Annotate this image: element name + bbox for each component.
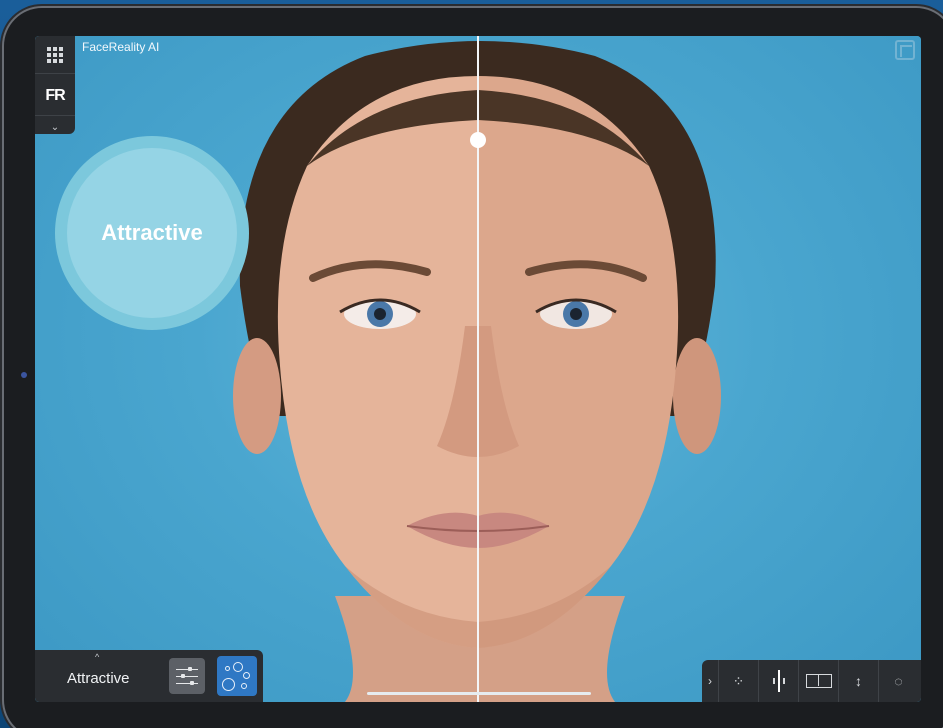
hide-eye-icon[interactable]: ◌ (878, 660, 918, 702)
divider-handle[interactable] (470, 132, 486, 148)
mode-selector[interactable]: Attractive (67, 670, 130, 687)
chevron-up-icon[interactable]: ^ (95, 652, 99, 662)
camera-dot (21, 372, 27, 378)
arrows-icon[interactable]: ↕ (838, 660, 878, 702)
attractive-bubble[interactable]: Attractive (67, 148, 237, 318)
split-view-button[interactable] (798, 660, 838, 702)
home-indicator[interactable] (367, 692, 591, 695)
view-toolbar: › ⁘ ↕ ◌ (702, 660, 921, 702)
menu-button[interactable] (35, 36, 75, 74)
sparkle-icon[interactable]: ⁘ (718, 660, 758, 702)
bubble-label: Attractive (101, 220, 203, 245)
expand-icon[interactable] (895, 40, 915, 60)
app-title: FaceReality AI (82, 40, 160, 54)
divider-toggle-button[interactable] (758, 660, 798, 702)
bubbles-button[interactable] (217, 656, 257, 696)
chevron-down-icon[interactable]: ⌄ (35, 120, 75, 134)
sliders-button[interactable] (169, 658, 205, 694)
app-logo[interactable]: FR (35, 76, 75, 116)
grid-icon (47, 46, 63, 63)
divider-icon (772, 670, 786, 692)
split-view-icon (805, 674, 832, 688)
chevron-right-icon[interactable]: › (702, 660, 718, 702)
app-screen: FaceReality AI FR ⌄ Attractive ^ Attract… (35, 36, 921, 702)
side-menu: FR ⌄ (35, 36, 75, 134)
mode-panel: ^ Attractive (35, 650, 263, 702)
